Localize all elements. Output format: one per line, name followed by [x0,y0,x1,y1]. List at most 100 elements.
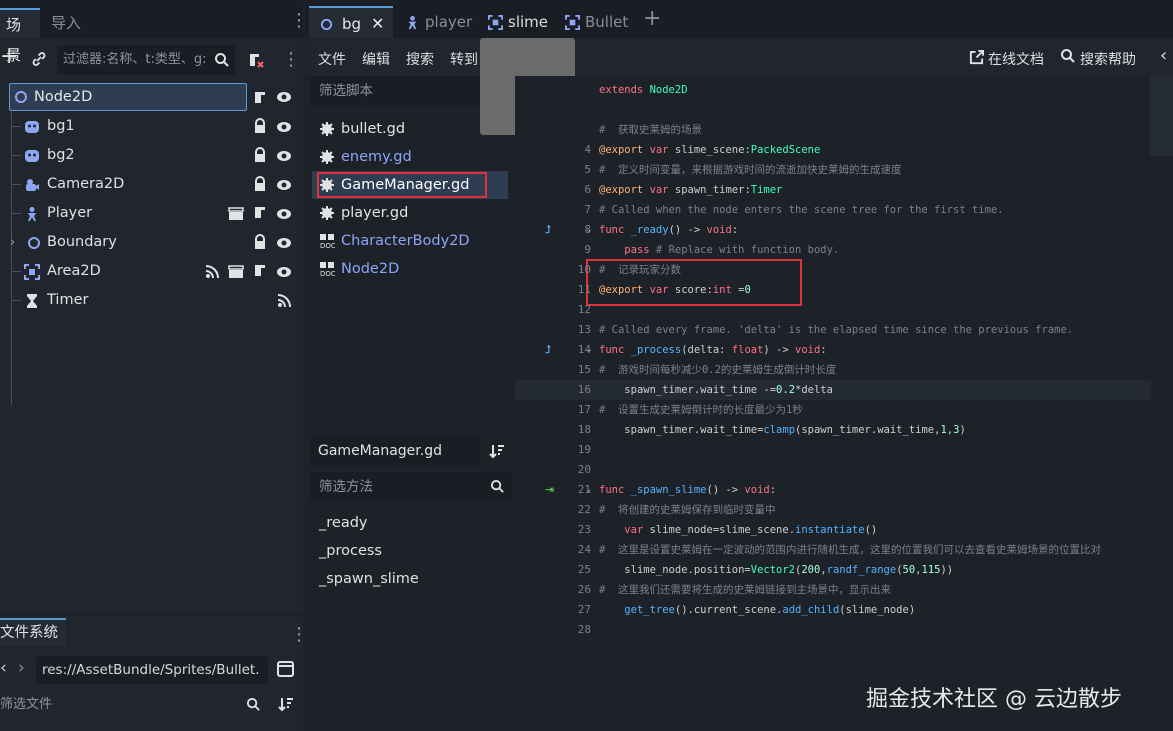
tab-import[interactable]: 导入 [45,8,87,38]
method-item[interactable]: _process [319,543,382,559]
sort-icon[interactable] [278,696,294,712]
tree-item-node2d[interactable]: Node2D [0,83,300,112]
split-view-icon[interactable] [277,661,294,677]
method-item[interactable]: _ready [319,515,367,531]
lock-icon[interactable] [253,176,267,192]
online-docs-button[interactable]: 在线文档 [988,49,1044,69]
line-number: 22 [577,503,591,516]
fold-arrow-icon[interactable]: ⌄ [585,480,593,500]
code-line[interactable]: 16 spawn_timer.wait_time -=0.2*delta [515,380,1173,400]
menu-search[interactable]: 搜索 [406,49,434,69]
eye-icon[interactable] [276,178,292,192]
tab-filesystem[interactable]: 文件系统 [0,618,66,646]
code-line[interactable]: 24 # 这里是设置史莱姆在一定波动的范围内进行随机生成，这里的位置我们可以去查看… [515,540,1173,560]
clapperboard-icon[interactable] [228,265,244,279]
code-line[interactable]: 4 @export var slime_scene:PackedScene [515,140,1173,160]
code-line[interactable]: 13 # Called every frame. 'delta' is the e… [515,320,1173,340]
script-item-node2d[interactable]: DOC Node2D [316,255,508,283]
sort-icon[interactable] [489,443,505,459]
code-line[interactable]: 17 # 设置生成史莱姆倒计时的长度最少为1秒 [515,400,1173,420]
clapperboard-icon[interactable] [228,207,244,221]
signal-icon[interactable] [205,265,219,279]
code-line[interactable]: 28 [515,620,1173,640]
character-icon [408,15,417,30]
tree-item-bg1[interactable]: bg1 [0,112,300,141]
code-line[interactable]: 18 spawn_timer.wait_time=clamp(spawn_tim… [515,420,1173,440]
link-icon[interactable] [31,51,47,67]
code-line[interactable]: 20 [515,460,1173,480]
tree-item-label: bg1 [47,118,75,134]
code-line[interactable]: 25 slime_node.position=Vector2(200,randf… [515,560,1173,580]
code-line[interactable]: 12 [515,300,1173,320]
fold-arrow-icon[interactable]: ⌄ [585,340,593,360]
code-line[interactable]: # 获取史莱姆的场景 [515,120,1173,140]
tab-scene[interactable]: 场景 [0,8,40,64]
code-line[interactable]: 6 @export var spawn_timer:Timer [515,180,1173,200]
code-line[interactable]: 10 # 记录玩家分数 [515,260,1173,280]
code-line[interactable] [515,100,1173,120]
eye-icon[interactable] [276,265,292,279]
close-icon[interactable]: ✕ [371,8,384,40]
code-line[interactable]: 11 @export var score:int =0 [515,280,1173,300]
menu-file[interactable]: 文件 [318,49,346,69]
script-item-characterbody2d[interactable]: DOC CharacterBody2D [316,227,508,255]
code-text: @export var slime_scene:PackedScene [599,144,821,156]
method-filter-input[interactable]: 筛选方法 [310,472,513,502]
script-item-player[interactable]: player.gd [316,199,508,227]
search-help-button[interactable]: 搜索帮助 [1080,49,1136,69]
lock-icon[interactable] [253,147,267,163]
code-line[interactable]: 21 ⇥ ⌄ func _spawn_slime() -> void: [515,480,1173,500]
attach-script-icon[interactable] [247,51,265,69]
forward-icon[interactable]: › [18,658,25,678]
code-line[interactable]: 15 # 游戏时间每秒减少0.2的史莱姆生成倒计时长度 [515,360,1173,380]
script-icon[interactable] [253,90,267,105]
code-text: func _spawn_slime() -> void: [599,484,777,496]
collapse-panel-icon[interactable]: ‹ [1160,45,1167,66]
eye-icon[interactable] [276,149,292,163]
scene-options-icon[interactable]: ⋮ [282,49,300,70]
fold-arrow-icon[interactable]: ⌄ [585,220,593,240]
lock-icon[interactable] [253,234,267,250]
filesystem-path-input[interactable]: res://AssetBundle/Sprites/Bullet. [36,656,268,684]
eye-icon[interactable] [276,90,292,104]
code-line[interactable]: 7 # Called when the node enters the scene… [515,200,1173,220]
tree-item-player[interactable]: Player [0,199,300,228]
script-item-enemy[interactable]: enemy.gd [316,143,508,171]
code-text: # 这里我们还需要将生成的史莱姆链接到主场景中，显示出来 [599,584,891,596]
filesystem-filter-input[interactable]: 筛选文件 [0,691,268,719]
add-node-icon[interactable]: + [0,44,18,69]
gear-icon [320,206,334,220]
code-line[interactable]: 27 get_tree().current_scene.add_child(sl… [515,600,1173,620]
scene-filter-input[interactable]: 过滤器:名称、t:类型、g: [57,45,235,75]
menu-goto[interactable]: 转到 [450,49,478,69]
hourglass-icon [27,294,37,308]
signal-icon[interactable] [277,294,291,308]
expand-arrow-icon[interactable]: › [10,228,15,257]
code-line[interactable]: 9 pass # Replace with function body. [515,240,1173,260]
eye-icon[interactable] [276,207,292,221]
code-line[interactable]: 26 # 这里我们还需要将生成的史莱姆链接到主场景中，显示出来 [515,580,1173,600]
tree-item-area2d[interactable]: Area2D [0,257,300,286]
script-icon[interactable] [253,205,267,221]
tree-item-timer[interactable]: Timer [0,286,300,315]
eye-icon[interactable] [276,236,292,250]
code-line[interactable]: 8 ⮥ ⌄ func _ready() -> void: [515,220,1173,240]
tree-item-boundary[interactable]: › Boundary [0,228,300,257]
method-item[interactable]: _spawn_slime [319,571,419,587]
code-line[interactable]: 19 [515,440,1173,460]
lock-icon[interactable] [253,118,267,134]
code-line[interactable]: extends Node2D [515,80,1173,100]
add-tab-icon[interactable]: + [643,6,661,31]
code-line[interactable]: 23 var slime_node=slime_scene.instantiat… [515,520,1173,540]
tab-bg[interactable]: bg ✕ [309,6,393,38]
code-line[interactable]: 5 # 定义时间变量，来根据游戏时间的流逝加快史莱姆的生成速度 [515,160,1173,180]
script-icon[interactable] [253,263,267,279]
back-icon[interactable]: ‹ [0,658,7,678]
tree-item-bg2[interactable]: bg2 [0,141,300,170]
tree-item-camera2d[interactable]: Camera2D [0,170,300,199]
code-line[interactable]: 14 ⮥ ⌄ func _process(delta: float) -> void: [515,340,1173,360]
filesystem-menu-icon[interactable]: ⋮ [290,624,308,645]
code-line[interactable]: 22 # 将创建的史莱姆保存到临时变量中 [515,500,1173,520]
menu-edit[interactable]: 编辑 [362,49,390,69]
eye-icon[interactable] [276,120,292,134]
